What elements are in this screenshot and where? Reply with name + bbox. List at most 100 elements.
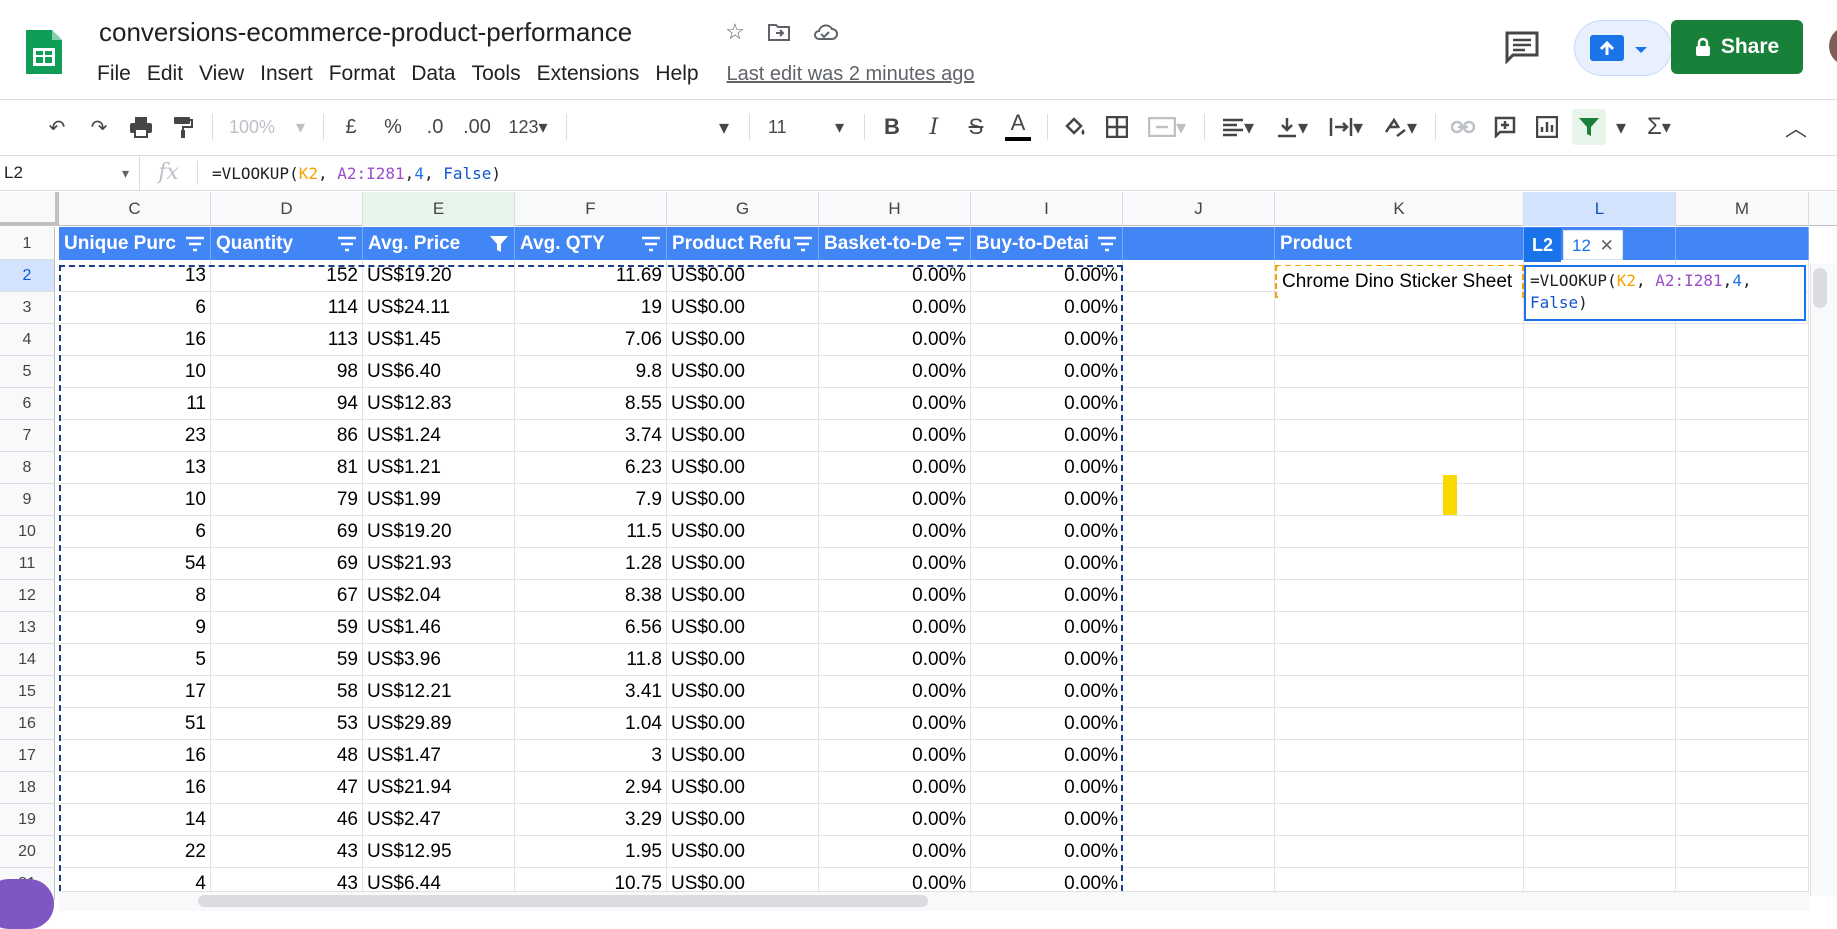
- column-header-h[interactable]: H: [819, 192, 971, 226]
- cell-g[interactable]: US$0.00: [667, 548, 819, 580]
- cell-g[interactable]: US$0.00: [667, 324, 819, 356]
- empty-cell[interactable]: [1123, 516, 1275, 548]
- empty-cell[interactable]: [1275, 612, 1524, 644]
- cell-f[interactable]: 7.06: [515, 324, 667, 356]
- cell-f[interactable]: 3.29: [515, 804, 667, 836]
- cell-e[interactable]: US$1.46: [363, 612, 515, 644]
- cell-d[interactable]: 79: [211, 484, 363, 516]
- row-header[interactable]: 17: [0, 740, 55, 772]
- row-header[interactable]: 18: [0, 772, 55, 804]
- empty-cell[interactable]: [1123, 612, 1275, 644]
- cell-e[interactable]: US$19.20: [363, 516, 515, 548]
- empty-cell[interactable]: [1123, 644, 1275, 676]
- cell-c[interactable]: 16: [59, 772, 211, 804]
- horizontal-scroll-thumb[interactable]: [198, 895, 928, 907]
- filter-icon[interactable]: [641, 235, 661, 253]
- column-header-f[interactable]: F: [515, 192, 667, 226]
- empty-cell[interactable]: [1676, 612, 1809, 644]
- menu-file[interactable]: File: [97, 62, 140, 86]
- cell-g[interactable]: US$0.00: [667, 420, 819, 452]
- empty-cell[interactable]: [1676, 388, 1809, 420]
- cell-c[interactable]: 6: [59, 516, 211, 548]
- empty-cell[interactable]: [1524, 452, 1676, 484]
- empty-cell[interactable]: [1123, 772, 1275, 804]
- cell-c[interactable]: 51: [59, 708, 211, 740]
- cell-c[interactable]: 16: [59, 740, 211, 772]
- avatar[interactable]: [1829, 26, 1837, 66]
- functions-icon[interactable]: Σ ▾: [1636, 109, 1682, 145]
- cell-d[interactable]: 69: [211, 548, 363, 580]
- menu-extensions[interactable]: Extensions: [537, 62, 649, 86]
- cell-f[interactable]: 3.74: [515, 420, 667, 452]
- empty-cell[interactable]: [1524, 580, 1676, 612]
- empty-cell[interactable]: [1524, 388, 1676, 420]
- cell-c[interactable]: 10: [59, 356, 211, 388]
- cell-i[interactable]: 0.00%: [971, 612, 1123, 644]
- row-header[interactable]: 2: [0, 260, 55, 292]
- collapse-toolbar-icon[interactable]: ︿: [1779, 109, 1813, 145]
- text-wrapping-icon[interactable]: ▾: [1323, 109, 1369, 145]
- row-header[interactable]: 7: [0, 420, 55, 452]
- cell-i[interactable]: 0.00%: [971, 580, 1123, 612]
- undo-icon[interactable]: ↶: [40, 109, 74, 145]
- empty-cell[interactable]: [1676, 580, 1809, 612]
- empty-cell[interactable]: [1123, 260, 1275, 292]
- empty-cell[interactable]: [1275, 836, 1524, 868]
- last-edit-link[interactable]: Last edit was 2 minutes ago: [727, 63, 975, 86]
- cell-g[interactable]: US$0.00: [667, 740, 819, 772]
- cell-e[interactable]: US$19.20: [363, 260, 515, 292]
- cell-c[interactable]: 11: [59, 388, 211, 420]
- cell-h[interactable]: 0.00%: [819, 548, 971, 580]
- decrease-decimal-button[interactable]: .0: [418, 109, 452, 145]
- row-header[interactable]: 14: [0, 644, 55, 676]
- cell-c[interactable]: 16: [59, 324, 211, 356]
- empty-cell[interactable]: [1123, 580, 1275, 612]
- row-header[interactable]: 6: [0, 388, 55, 420]
- cell-f[interactable]: 9.8: [515, 356, 667, 388]
- cell-g[interactable]: US$0.00: [667, 580, 819, 612]
- print-icon[interactable]: [124, 109, 158, 145]
- cell-f[interactable]: 11.69: [515, 260, 667, 292]
- empty-cell[interactable]: [1123, 676, 1275, 708]
- cell-i[interactable]: 0.00%: [971, 772, 1123, 804]
- empty-cell[interactable]: [1275, 676, 1524, 708]
- menu-view[interactable]: View: [199, 62, 253, 86]
- empty-cell[interactable]: [1524, 772, 1676, 804]
- cell-d[interactable]: 67: [211, 580, 363, 612]
- cell-i[interactable]: 0.00%: [971, 356, 1123, 388]
- cell-h[interactable]: 0.00%: [819, 484, 971, 516]
- cloud-saved-icon[interactable]: [811, 18, 839, 46]
- cell-e[interactable]: US$1.45: [363, 324, 515, 356]
- row-header[interactable]: 1: [0, 227, 55, 260]
- cell-h[interactable]: 0.00%: [819, 804, 971, 836]
- cell-h[interactable]: 0.00%: [819, 740, 971, 772]
- cell-d[interactable]: 81: [211, 452, 363, 484]
- select-all-corner[interactable]: [0, 192, 59, 226]
- cell-i[interactable]: 0.00%: [971, 740, 1123, 772]
- cell-g[interactable]: US$0.00: [667, 804, 819, 836]
- filter-active-icon[interactable]: [489, 235, 509, 253]
- empty-cell[interactable]: [1275, 708, 1524, 740]
- cell-d[interactable]: 43: [211, 836, 363, 868]
- currency-button[interactable]: £: [334, 109, 368, 145]
- row-header[interactable]: 3: [0, 292, 55, 324]
- cell-h[interactable]: 0.00%: [819, 516, 971, 548]
- fill-color-icon[interactable]: [1058, 109, 1092, 145]
- cell-e[interactable]: US$12.83: [363, 388, 515, 420]
- cell-h[interactable]: 0.00%: [819, 356, 971, 388]
- cell-f[interactable]: 7.9: [515, 484, 667, 516]
- empty-cell[interactable]: [1275, 420, 1524, 452]
- cell-f[interactable]: 11.5: [515, 516, 667, 548]
- empty-cell[interactable]: [1676, 452, 1809, 484]
- cell-h[interactable]: 0.00%: [819, 452, 971, 484]
- cell-d[interactable]: 58: [211, 676, 363, 708]
- cell-e[interactable]: US$2.47: [363, 804, 515, 836]
- cell-e[interactable]: US$3.96: [363, 644, 515, 676]
- cell-c[interactable]: 6: [59, 292, 211, 324]
- empty-cell[interactable]: [1524, 708, 1676, 740]
- vertical-scrollbar[interactable]: [1810, 264, 1837, 896]
- cell-h[interactable]: 0.00%: [819, 260, 971, 292]
- row-header[interactable]: 9: [0, 484, 55, 516]
- cell-i[interactable]: 0.00%: [971, 292, 1123, 324]
- cell-d[interactable]: 46: [211, 804, 363, 836]
